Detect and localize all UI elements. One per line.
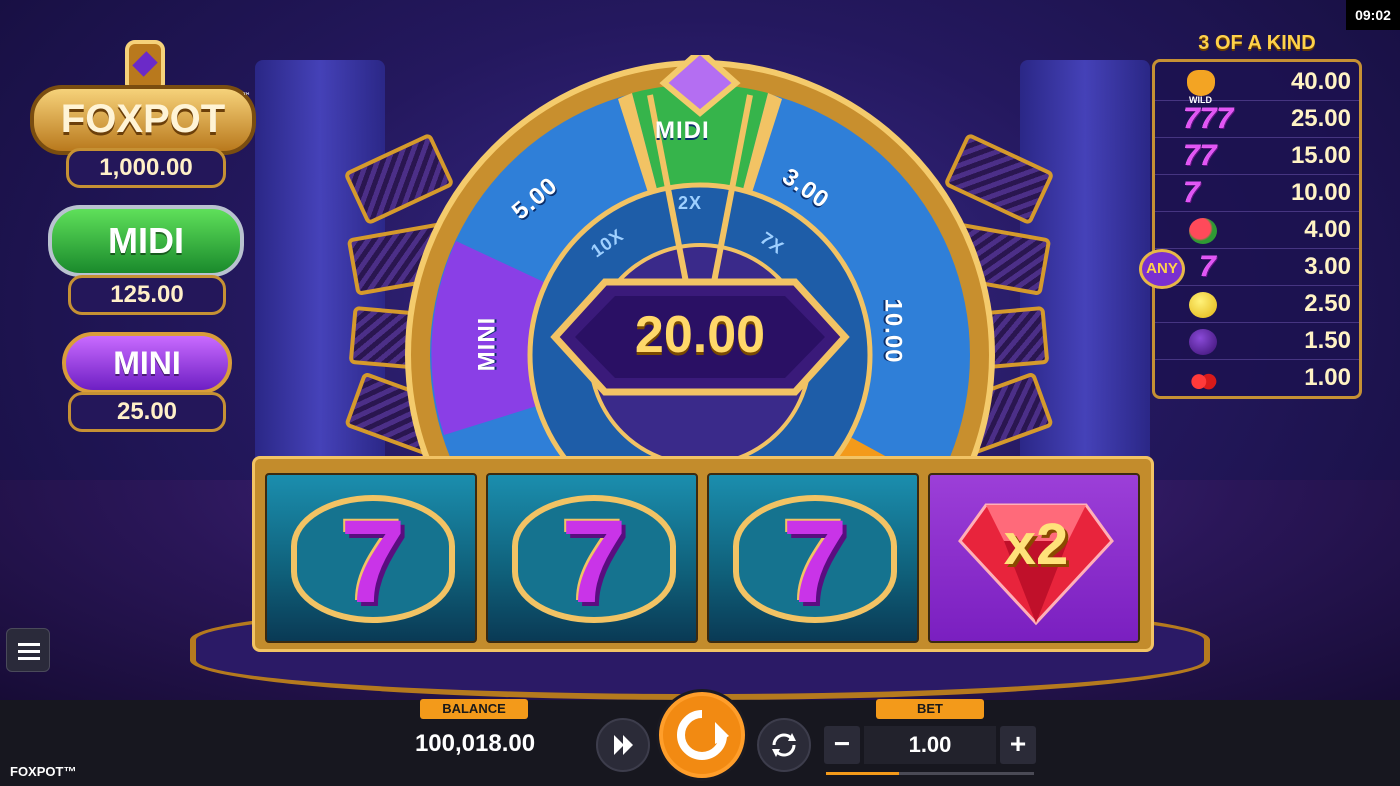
foxpot-logo: FOXPOT — [30, 85, 256, 155]
bet-decrease-button[interactable]: − — [824, 726, 860, 764]
bet-level-bar — [826, 772, 1034, 775]
mini-jackpot-badge: MINI — [62, 332, 232, 394]
reel-1: 7 — [265, 473, 477, 643]
paytable-row: 2.50 — [1155, 286, 1359, 323]
spin-arrow-icon — [677, 710, 729, 760]
paytable-value: 4.00 — [1304, 216, 1351, 243]
paytable-row: 777 25.00 — [1155, 101, 1359, 138]
reel-frame: 7 7 7 x2 — [252, 456, 1154, 652]
paytable-value: 3.00 — [1304, 253, 1351, 280]
reel-4-multiplier: x2 — [928, 473, 1140, 643]
watermelon-icon — [1189, 218, 1217, 244]
paytable-value: 10.00 — [1290, 179, 1351, 206]
bet-value: 1.00 — [864, 726, 996, 764]
triple-seven-icon: 777 — [1183, 102, 1234, 135]
seven-symbol-frame: 7 — [291, 495, 455, 623]
reel-3: 7 — [707, 473, 919, 643]
paytable-row: 1.00 — [1155, 360, 1359, 397]
paytable-row: 4.00 — [1155, 212, 1359, 249]
turbo-button[interactable] — [757, 718, 811, 772]
seven-symbol: 7 — [561, 496, 627, 628]
seven-symbol-frame: 7 — [512, 495, 676, 623]
seven-symbol: 7 — [340, 496, 406, 628]
multiplier-label: x2 — [1003, 512, 1069, 577]
wheel-center-value: 20.00 — [634, 306, 766, 364]
game-stage: MIDI 3.00 10.00 5.00 MINI 2X 10X 7X 20.0… — [0, 0, 1400, 700]
cherry-icon — [1189, 366, 1217, 392]
bet-level-fill — [826, 772, 899, 775]
paytable: WILD 40.00 777 25.00 77 15.00 7 10.00 4.… — [1139, 59, 1362, 399]
seven-symbol: 7 — [782, 496, 848, 628]
wheel-segment-mini: MINI — [473, 316, 501, 372]
reel-2: 7 — [486, 473, 698, 643]
balance-label: BALANCE — [420, 699, 528, 719]
wheel-segment-midi: MIDI — [655, 117, 710, 144]
paytable-value: 1.00 — [1304, 364, 1351, 391]
paytable-row: 7 10.00 — [1155, 175, 1359, 212]
fast-forward-icon — [614, 735, 633, 755]
status-clock: 09:02 — [1346, 0, 1400, 30]
paytable-title: 3 OF A KIND — [1198, 32, 1316, 54]
hamburger-icon — [18, 657, 40, 660]
refresh-icon — [772, 733, 796, 757]
any-badge: ANY — [1139, 249, 1185, 289]
autoplay-button[interactable] — [596, 718, 650, 772]
bet-increase-button[interactable]: + — [1000, 726, 1036, 764]
paytable-value: 2.50 — [1304, 290, 1351, 317]
any-seven-icon: 7 — [1199, 250, 1216, 283]
foxpot-crown-icon — [125, 40, 165, 90]
bet-label: BET — [876, 699, 984, 719]
paytable-value: 15.00 — [1290, 142, 1351, 169]
paytable-row: 1.50 — [1155, 323, 1359, 360]
paytable-row: 77 15.00 — [1155, 138, 1359, 175]
hamburger-icon — [18, 643, 40, 646]
seven-symbol-frame: 7 — [733, 495, 897, 623]
lemon-icon — [1189, 292, 1217, 318]
double-seven-icon: 77 — [1183, 139, 1217, 172]
mini-jackpot-value: 25.00 — [68, 392, 226, 432]
paytable-row: WILD 40.00 — [1155, 64, 1359, 105]
bet-stepper: − 1.00 + — [824, 726, 1036, 764]
wheel-segment-value: 10.00 — [879, 298, 907, 364]
midi-jackpot-value: 125.00 — [68, 275, 226, 315]
balance-value: 100,018.00 — [414, 730, 536, 757]
wheel-inner-multiplier: 2X — [678, 193, 703, 213]
paytable-value: 40.00 — [1290, 68, 1351, 95]
midi-jackpot-badge: MIDI — [48, 205, 244, 277]
foxpot-trademark: ™ — [242, 92, 251, 102]
hamburger-icon — [18, 650, 40, 653]
paytable-value: 25.00 — [1290, 105, 1351, 132]
paytable-row: ANY 7 3.00 — [1139, 249, 1359, 289]
brand-label: FOXPOT™ — [10, 764, 77, 779]
plum-icon — [1189, 329, 1217, 355]
foxpot-jackpot-value: 1,000.00 — [66, 148, 226, 188]
seven-icon: 7 — [1183, 176, 1200, 209]
spin-button[interactable] — [659, 692, 745, 778]
menu-button[interactable] — [6, 628, 50, 672]
paytable-value: 1.50 — [1304, 327, 1351, 354]
